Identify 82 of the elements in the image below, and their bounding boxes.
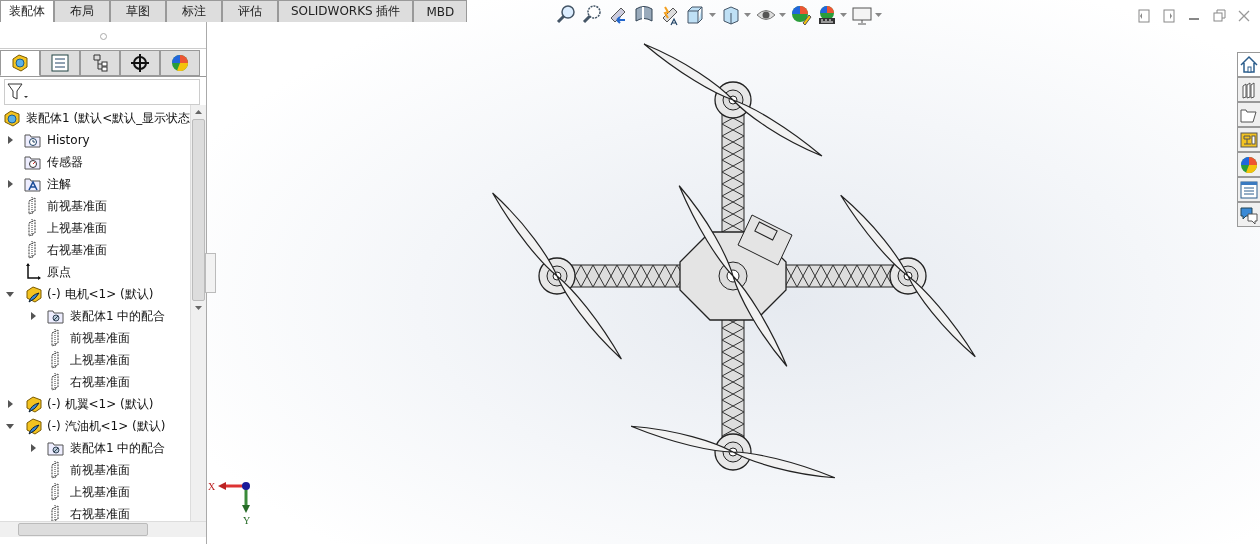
caret-icon[interactable] — [779, 12, 786, 18]
x-axis-label: X — [208, 481, 216, 492]
caret-icon[interactable] — [875, 12, 882, 18]
tree-item[interactable]: 上视基准面 — [70, 351, 130, 369]
color-wheel-icon — [169, 52, 191, 74]
home-icon — [1239, 54, 1259, 75]
tree-item[interactable]: History — [47, 133, 90, 147]
funnel-icon — [7, 82, 29, 102]
caret-icon[interactable] — [840, 12, 847, 18]
tree-item[interactable]: 右视基准面 — [70, 505, 130, 521]
monitor-icon[interactable] — [851, 4, 873, 26]
tree-item[interactable]: 前视基准面 — [47, 197, 107, 215]
annotation-folder-icon — [24, 175, 42, 193]
appearance-pencil-icon[interactable] — [790, 4, 812, 26]
task-pane-tab[interactable] — [1237, 127, 1260, 152]
palette-icon — [1239, 129, 1259, 150]
restore-icon[interactable] — [1211, 8, 1227, 24]
tree-item[interactable]: 右视基准面 — [47, 241, 107, 259]
panel-tab[interactable] — [120, 50, 160, 76]
history-folder-icon — [24, 131, 42, 149]
chat-icon — [1239, 204, 1259, 225]
part-icon — [9, 52, 31, 74]
expander-icon[interactable] — [29, 312, 37, 320]
y-axis-label: Y — [243, 515, 251, 526]
vertical-scrollbar[interactable] — [190, 105, 206, 521]
tree-item[interactable]: 装配体1 (默认<默认_显示状态 — [26, 109, 190, 127]
assembly-icon — [3, 109, 21, 127]
tree-item[interactable]: 装配体1 中的配合 — [70, 307, 166, 325]
expander-icon[interactable] — [6, 400, 14, 408]
tree-item[interactable]: 前视基准面 — [70, 329, 130, 347]
tree-item[interactable]: 注解 — [47, 175, 71, 193]
expander-icon[interactable] — [6, 290, 14, 298]
tile-right-icon[interactable] — [1161, 8, 1177, 24]
task-pane-tab[interactable] — [1237, 152, 1260, 177]
expander-icon[interactable] — [6, 180, 14, 188]
display-style-icon[interactable] — [720, 4, 742, 26]
tree-item[interactable]: 上视基准面 — [70, 483, 130, 501]
part-icon — [24, 417, 42, 435]
ribbon-tab[interactable]: 草图 — [110, 0, 166, 22]
ribbon-tab[interactable]: 标注 — [166, 0, 222, 22]
ribbon-tab[interactable]: 布局 — [54, 0, 110, 22]
mates-folder-icon — [47, 439, 65, 457]
tree-item[interactable]: 上视基准面 — [47, 219, 107, 237]
ribbon-tab[interactable]: 装配体 — [0, 0, 54, 22]
property-list-icon — [49, 52, 71, 74]
tree-item[interactable]: 右视基准面 — [70, 373, 130, 391]
color-ball-icon — [1239, 154, 1259, 175]
ribbon-tab[interactable]: MBD — [413, 0, 468, 22]
caret-icon[interactable] — [709, 12, 716, 18]
list-icon — [1239, 179, 1259, 200]
mates-folder-icon — [47, 307, 65, 325]
sensor-folder-icon — [24, 153, 42, 171]
ribbon-tab[interactable]: SOLIDWORKS 插件 — [278, 0, 414, 22]
expander-icon[interactable] — [29, 444, 37, 452]
tile-left-icon[interactable] — [1136, 8, 1152, 24]
zoom-to-fit-icon[interactable] — [555, 4, 577, 26]
caret-icon[interactable] — [744, 12, 751, 18]
task-pane-tab[interactable] — [1237, 102, 1260, 127]
panel-collapse-handle[interactable] — [205, 253, 216, 293]
expander-icon[interactable] — [6, 136, 14, 144]
task-pane-tab[interactable] — [1237, 202, 1260, 227]
tree-item[interactable]: 装配体1 中的配合 — [70, 439, 166, 457]
close-icon[interactable] — [1236, 8, 1252, 24]
origin-icon — [24, 263, 42, 281]
scene-icon[interactable] — [816, 4, 838, 26]
tree-item[interactable]: (-) 电机<1> (默认) — [47, 285, 154, 303]
part-icon — [24, 395, 42, 413]
task-pane-tab[interactable] — [1237, 52, 1260, 77]
tree-item[interactable]: 前视基准面 — [70, 461, 130, 479]
task-pane-tab[interactable] — [1237, 177, 1260, 202]
expander-icon[interactable] — [6, 422, 14, 430]
horizontal-scrollbar[interactable] — [0, 521, 206, 537]
tree-item[interactable]: (-) 机翼<1> (默认) — [47, 395, 154, 413]
axis-triad — [218, 482, 250, 513]
crosshair-icon — [129, 52, 151, 74]
part-icon — [24, 285, 42, 303]
tree-item[interactable]: 传感器 — [47, 153, 83, 171]
tree-item[interactable]: (-) 汽油机<1> (默认) — [47, 417, 166, 435]
zoom-area-icon[interactable] — [581, 4, 603, 26]
tree-item[interactable]: 原点 — [47, 263, 71, 281]
ribbon-tab[interactable]: 评估 — [222, 0, 278, 22]
task-pane-tab[interactable] — [1237, 77, 1260, 102]
